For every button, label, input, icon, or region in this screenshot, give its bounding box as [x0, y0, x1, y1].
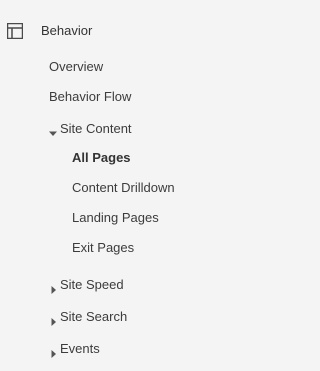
nav-item-behavior-flow[interactable]: Behavior Flow — [0, 85, 205, 109]
nav-item-landing-pages[interactable]: Landing Pages — [0, 206, 205, 230]
nav-item-content-drilldown-label: Content Drilldown — [72, 180, 175, 195]
nav-item-site-speed[interactable]: Site Speed — [0, 273, 205, 297]
behavior-nav-panel: Behavior Overview Behavior Flow Site Con… — [0, 0, 205, 371]
layout-icon — [6, 22, 24, 40]
nav-item-overview[interactable]: Overview — [0, 55, 205, 79]
caret-down-icon — [49, 125, 57, 136]
nav-item-landing-pages-label: Landing Pages — [72, 210, 159, 225]
nav-item-events-label: Events — [60, 341, 100, 356]
caret-right-icon — [50, 281, 58, 294]
nav-item-site-search[interactable]: Site Search — [0, 305, 205, 329]
nav-item-all-pages-label: All Pages — [72, 150, 131, 165]
caret-right-icon — [50, 345, 58, 358]
nav-item-site-content[interactable]: Site Content — [0, 117, 205, 141]
nav-item-behavior-flow-label: Behavior Flow — [49, 89, 132, 104]
nav-item-site-content-label: Site Content — [60, 121, 132, 136]
behavior-section-label: Behavior — [41, 23, 93, 38]
nav-item-overview-label: Overview — [49, 59, 104, 74]
nav-item-site-search-label: Site Search — [60, 309, 128, 324]
nav-item-exit-pages[interactable]: Exit Pages — [0, 236, 205, 260]
behavior-section-header[interactable]: Behavior — [0, 17, 205, 45]
caret-right-icon — [50, 313, 58, 326]
nav-item-exit-pages-label: Exit Pages — [72, 240, 135, 255]
nav-item-content-drilldown[interactable]: Content Drilldown — [0, 176, 205, 200]
nav-item-all-pages[interactable]: All Pages — [0, 146, 205, 170]
nav-item-events[interactable]: Events — [0, 337, 205, 361]
nav-item-site-speed-label: Site Speed — [60, 277, 124, 292]
